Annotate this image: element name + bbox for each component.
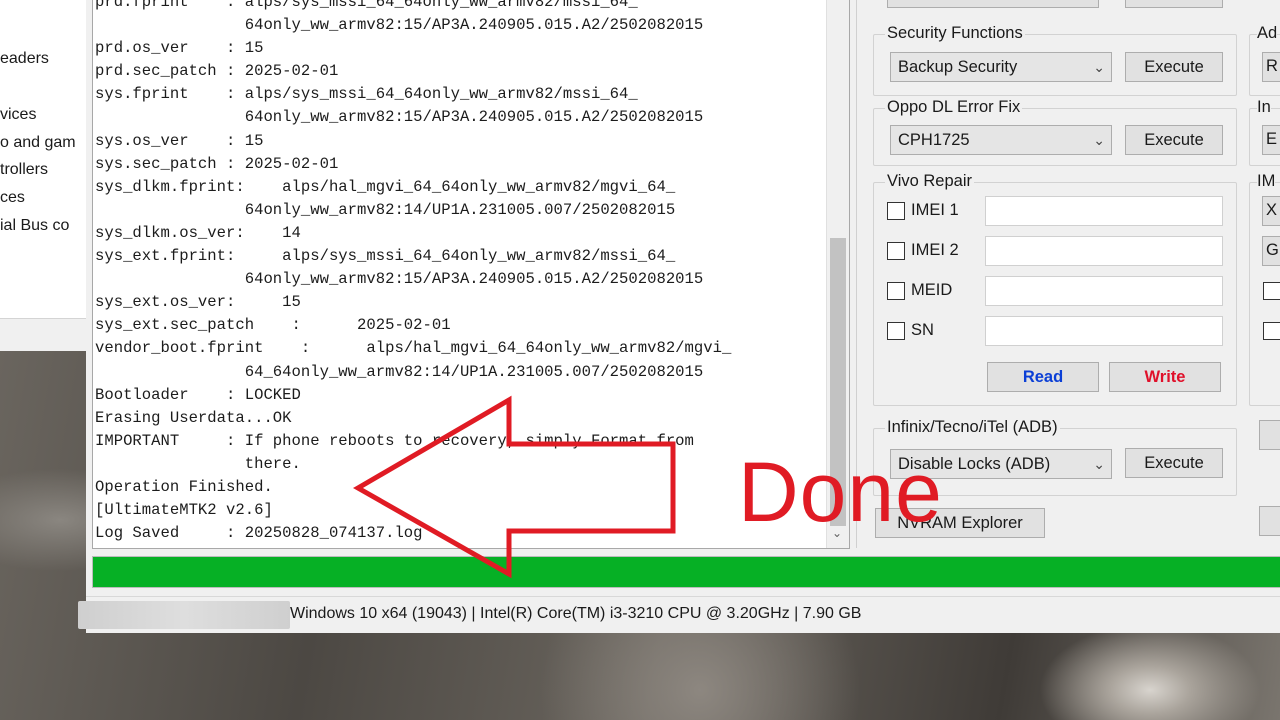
oppo-execute-button[interactable]: Execute xyxy=(1125,125,1223,155)
blurred-region xyxy=(78,601,290,629)
read-button[interactable]: Read xyxy=(987,362,1099,392)
oppo-model-select[interactable]: CPH1725 ⌄ xyxy=(890,125,1112,155)
imei2-checkbox[interactable] xyxy=(887,242,905,260)
device-category-item[interactable]: o and gam xyxy=(0,134,76,152)
security-function-select[interactable]: Backup Security ⌄ xyxy=(890,52,1112,82)
device-category-item[interactable]: trollers xyxy=(0,161,48,179)
status-bar: Windows 10 x64 (19043) | Intel(R) Core(T… xyxy=(78,596,1280,633)
write-button[interactable]: Write xyxy=(1109,362,1221,392)
imei1-label: IMEI 1 xyxy=(911,201,959,219)
sn-checkbox[interactable] xyxy=(887,322,905,340)
imei1-checkbox[interactable] xyxy=(887,202,905,220)
partial-button-label: X xyxy=(1266,201,1278,219)
device-category-item[interactable]: eaders xyxy=(0,50,49,68)
done-annotation-text: Done xyxy=(738,445,943,539)
partial-button-label: R xyxy=(1266,57,1278,75)
device-manager-window: eaders vices o and gam trollers ces ial … xyxy=(0,0,93,351)
chevron-down-icon: ⌄ xyxy=(1093,59,1105,75)
infinix-title: Infinix/Tecno/iTel (ADB) xyxy=(885,418,1060,437)
top-button-partial[interactable] xyxy=(1125,0,1223,8)
adb-title-partial: Ad xyxy=(1257,24,1278,43)
log-text: prd.fprint : alps/sys_mssi_64_64only_ww_… xyxy=(95,0,732,543)
chevron-down-icon: ⌄ xyxy=(1093,132,1105,148)
device-category-item[interactable]: ial Bus co xyxy=(0,217,69,235)
ultimatemtk-window: prd.fprint : alps/sys_mssi_64_64only_ww_… xyxy=(78,0,1280,633)
sn-input[interactable] xyxy=(985,316,1223,346)
meid-checkbox[interactable] xyxy=(887,282,905,300)
partial-button-label: G xyxy=(1266,241,1279,259)
info-title-partial: In xyxy=(1257,98,1271,117)
imei1-input[interactable] xyxy=(985,196,1223,226)
partial-checkbox[interactable] xyxy=(1263,322,1280,340)
security-functions-title: Security Functions xyxy=(885,24,1025,43)
log-panel[interactable]: prd.fprint : alps/sys_mssi_64_64only_ww_… xyxy=(92,0,850,549)
imei-title-partial: IM xyxy=(1257,172,1276,191)
sn-label: SN xyxy=(911,321,934,339)
infinix-execute-button[interactable]: Execute xyxy=(1125,448,1223,478)
oppo-dl-title: Oppo DL Error Fix xyxy=(885,98,1023,117)
partial-checkbox[interactable] xyxy=(1263,282,1280,300)
chevron-down-icon: ⌄ xyxy=(1093,456,1105,472)
security-execute-button[interactable]: Execute xyxy=(1125,52,1223,82)
progress-fill xyxy=(93,557,1280,587)
partial-button-label: E xyxy=(1266,130,1278,148)
meid-label: MEID xyxy=(911,281,953,299)
progress-bar xyxy=(92,556,1280,588)
meid-input[interactable] xyxy=(985,276,1223,306)
imei2-input[interactable] xyxy=(985,236,1223,266)
device-category-item[interactable]: vices xyxy=(0,106,36,124)
vivo-repair-title: Vivo Repair xyxy=(885,172,974,191)
partial-button[interactable] xyxy=(1259,506,1280,536)
device-manager-statusbar xyxy=(0,318,92,351)
partial-button[interactable] xyxy=(1259,420,1280,450)
top-button-partial[interactable] xyxy=(887,0,1099,8)
imei2-label: IMEI 2 xyxy=(911,241,959,259)
device-category-item[interactable]: ces xyxy=(0,189,25,207)
system-info-text: Windows 10 x64 (19043) | Intel(R) Core(T… xyxy=(290,605,862,622)
